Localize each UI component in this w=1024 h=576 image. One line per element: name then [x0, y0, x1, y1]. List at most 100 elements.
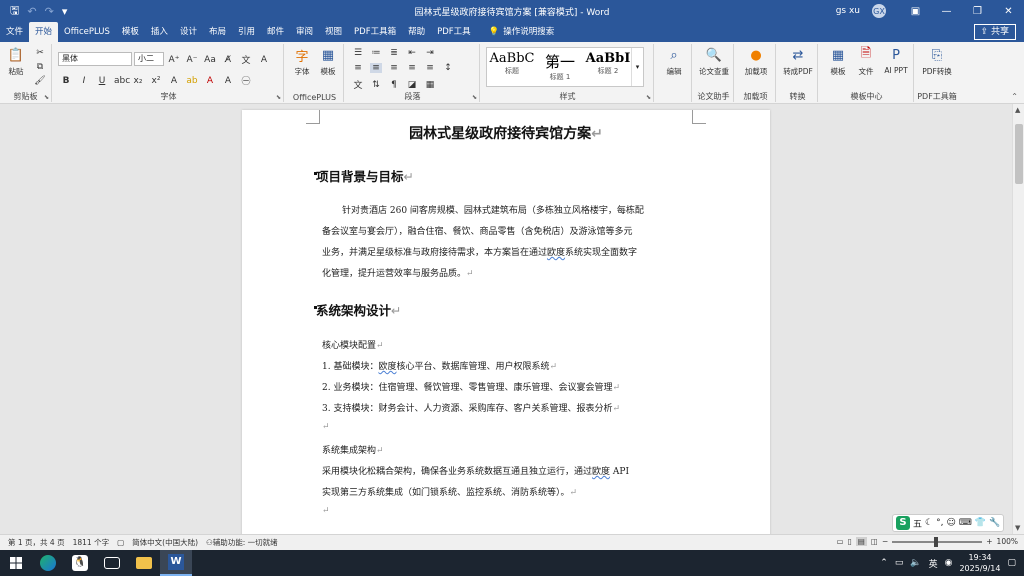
skin-icon[interactable]: 👕 [975, 518, 986, 528]
decrease-indent-icon[interactable]: ⇤ [406, 48, 418, 58]
paper-check-button[interactable]: 🔍 论文查重 [696, 46, 732, 77]
underline-icon[interactable]: U [96, 76, 108, 86]
dialog-launcher-icon[interactable]: ⬊ [276, 94, 281, 101]
line-spacing-icon[interactable]: ↕ [442, 63, 454, 73]
file-button[interactable]: 🗎 文件 [852, 46, 880, 77]
word-count[interactable]: 1811 个字 [73, 537, 109, 548]
sort-icon[interactable]: ⇅ [370, 80, 382, 90]
windows-start-icon[interactable] [0, 550, 32, 576]
zoom-level[interactable]: 100% [997, 537, 1018, 546]
proofing-icon[interactable]: ▢ [117, 538, 124, 547]
cut-icon[interactable]: ✂ [34, 48, 46, 58]
tab-2[interactable]: OfficePLUS [58, 22, 116, 42]
vertical-scrollbar[interactable]: ▲ ▼ [1012, 104, 1024, 534]
tab-12[interactable]: 帮助 [402, 22, 431, 42]
zoom-slider-knob[interactable] [934, 536, 939, 547]
tab-8[interactable]: 邮件 [261, 22, 290, 42]
strikethrough-icon[interactable]: abc [114, 76, 130, 86]
clear-format-icon[interactable]: A̸ [222, 55, 234, 65]
chinese-layout-icon[interactable]: 文 [352, 78, 364, 91]
style-heading2[interactable]: AaBbI 标题 2 [585, 51, 631, 76]
numbering-icon[interactable]: ≔ [370, 48, 382, 58]
text-effects-icon[interactable]: A [168, 76, 180, 86]
clock[interactable]: 19:34 2025/9/14 [959, 552, 1000, 574]
addins-button[interactable]: ● 加载项 [740, 46, 772, 77]
show-marks-icon[interactable]: ¶ [388, 80, 400, 90]
to-pdf-button[interactable]: ⇄ 转成PDF [780, 46, 816, 77]
save-icon[interactable]: 🖫 [10, 2, 19, 21]
moon-icon[interactable]: ☾ [925, 518, 933, 528]
ribbon-display-icon[interactable]: ▣ [900, 6, 931, 17]
dialog-launcher-icon[interactable]: ⬊ [44, 94, 49, 101]
char-border-icon[interactable]: A [258, 55, 270, 65]
tab-1[interactable]: 开始 [29, 22, 59, 42]
customize-qat-icon[interactable]: ▾ [62, 5, 68, 18]
notification-icon[interactable]: ▢ [1007, 558, 1016, 568]
network-icon[interactable]: ▭ [895, 558, 904, 568]
tray-expand-icon[interactable]: ⌃ [880, 558, 888, 568]
volume-icon[interactable]: 🔈 [910, 558, 921, 568]
template-button[interactable]: ▦ 模板 [824, 46, 852, 77]
settings-icon[interactable]: 🔧 [989, 518, 1000, 528]
style-heading1[interactable]: 第一 标题 1 [537, 51, 583, 82]
read-mode-icon[interactable]: ▯ [848, 537, 852, 546]
tab-11[interactable]: PDF工具箱 [348, 22, 402, 42]
punctuation-icon[interactable]: °, [936, 518, 943, 528]
word-taskbar-icon[interactable]: W [160, 550, 192, 576]
collapse-ribbon-icon[interactable]: ⌃ [1011, 92, 1018, 101]
align-right-icon[interactable]: ≡ [406, 63, 418, 73]
tab-5[interactable]: 设计 [174, 22, 203, 42]
zoom-out-icon[interactable]: − [882, 537, 888, 546]
redo-icon[interactable]: ↷ [45, 5, 54, 18]
font-name-select[interactable]: 黑体 [58, 52, 132, 66]
phonetic-icon[interactable]: 文 [240, 53, 252, 66]
font-color-icon[interactable]: A [204, 76, 216, 86]
copy-icon[interactable]: ⧉ [34, 62, 46, 72]
keyboard-icon[interactable]: ⌨ [959, 518, 972, 528]
tab-4[interactable]: 插入 [145, 22, 174, 42]
ime-mode[interactable]: 五 [913, 517, 922, 530]
officeplus-template-button[interactable]: ▦ 模板 [316, 46, 340, 77]
avatar[interactable]: GX [872, 4, 886, 18]
ime-toolbar[interactable]: S 五 ☾ °, ☺ ⌨ 👕 🔧 [892, 514, 1004, 532]
enclose-char-icon[interactable]: ㊀ [240, 74, 252, 87]
print-layout-icon[interactable]: ▤ [855, 537, 867, 546]
tab-0[interactable]: 文件 [0, 22, 29, 42]
borders-icon[interactable]: ▦ [424, 80, 436, 90]
zoom-in-icon[interactable]: + [986, 537, 992, 546]
user-name[interactable]: gs xu [836, 6, 860, 16]
language[interactable]: 简体中文(中国大陆) [132, 537, 198, 548]
italic-icon[interactable]: I [78, 76, 90, 86]
share-button[interactable]: ⇪ 共享 [973, 24, 1016, 40]
shading-icon[interactable]: ◪ [406, 80, 418, 90]
justify-icon[interactable]: ≡ [370, 63, 382, 73]
tab-10[interactable]: 视图 [319, 22, 348, 42]
scroll-down-icon[interactable]: ▼ [1015, 524, 1020, 532]
increase-indent-icon[interactable]: ⇥ [424, 48, 436, 58]
undo-icon[interactable]: ↶ [27, 5, 36, 18]
accessibility-icon[interactable]: ⚇ [206, 538, 213, 547]
bold-icon[interactable]: B [60, 76, 72, 86]
font-size-select[interactable]: 小二 [134, 52, 164, 66]
ai-ppt-button[interactable]: P AI PPT [880, 46, 912, 76]
tell-me-search[interactable]: 💡 操作说明搜索 [483, 22, 561, 42]
emoji-icon[interactable]: ☺ [946, 518, 955, 528]
dialog-launcher-icon[interactable]: ⬊ [472, 94, 477, 101]
accessibility-status[interactable]: 辅助功能: 一切就绪 [213, 537, 278, 548]
focus-mode-icon[interactable]: ▭ [837, 537, 844, 546]
align-center-icon[interactable]: ≡ [388, 63, 400, 73]
grow-font-icon[interactable]: A⁺ [168, 55, 180, 65]
distributed-icon[interactable]: ≡ [424, 63, 436, 73]
edge-browser-icon[interactable] [32, 550, 64, 576]
web-layout-icon[interactable]: ◫ [871, 537, 878, 546]
style-gallery-more-icon[interactable]: ▾ [631, 48, 643, 86]
tab-7[interactable]: 引用 [232, 22, 261, 42]
file-explorer-icon[interactable] [128, 550, 160, 576]
page-count[interactable]: 第 1 页，共 4 页 [8, 537, 65, 548]
restore-icon[interactable]: ❐ [962, 6, 993, 17]
align-left-icon[interactable]: ≡ [352, 63, 364, 73]
tab-6[interactable]: 布局 [203, 22, 232, 42]
zoom-slider[interactable] [892, 536, 983, 547]
editing-button[interactable]: ⌕ 编辑 [660, 46, 688, 77]
close-icon[interactable]: ✕ [993, 6, 1024, 17]
